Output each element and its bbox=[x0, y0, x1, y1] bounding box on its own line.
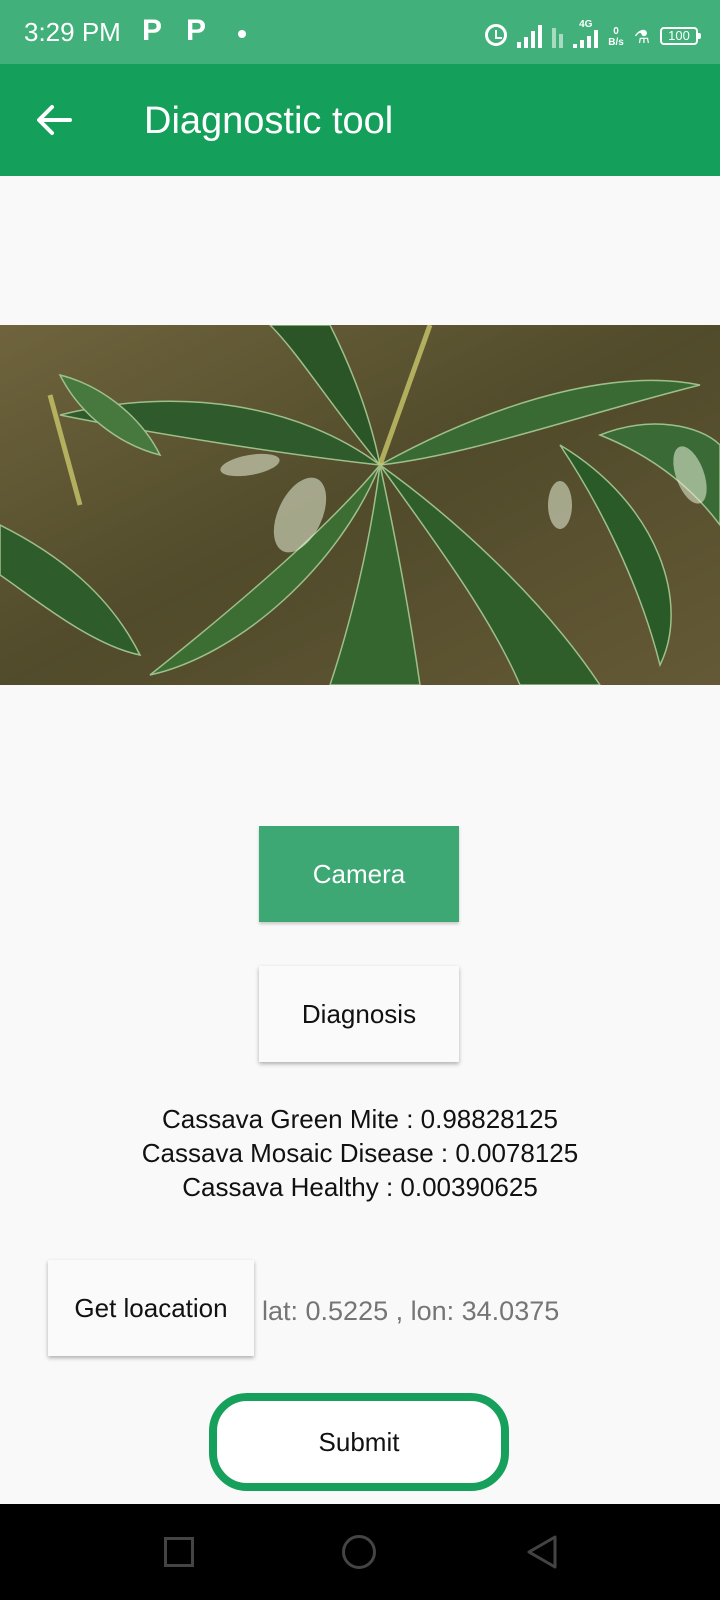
diagnosis-button[interactable]: Diagnosis bbox=[259, 966, 459, 1062]
notification-p-icon: P bbox=[186, 14, 207, 47]
alarm-icon bbox=[485, 24, 508, 46]
notification-p-icon: P bbox=[142, 14, 163, 47]
battery-icon: 100 bbox=[660, 27, 701, 45]
location-coordinates: lat: 0.5225 , lon: 34.0375 bbox=[262, 1296, 560, 1326]
cassava-leaf-image bbox=[0, 325, 720, 685]
data-rate: 0 B/s bbox=[608, 26, 624, 48]
result-line: Cassava Mosaic Disease : 0.0078125 bbox=[141, 1138, 579, 1168]
flask-icon: ⚗ bbox=[633, 27, 650, 47]
submit-button[interactable]: Submit bbox=[209, 1393, 509, 1491]
signal-icon bbox=[517, 22, 543, 48]
diagnosis-results: Cassava Green Mite : 0.98828125 Cassava … bbox=[0, 1102, 720, 1204]
home-icon[interactable] bbox=[342, 1535, 376, 1569]
result-line: Cassava Healthy : 0.00390625 bbox=[182, 1172, 538, 1202]
page-title: Diagnostic tool bbox=[144, 100, 394, 142]
camera-button[interactable]: Camera bbox=[259, 826, 459, 922]
get-location-button[interactable]: Get loacation bbox=[48, 1260, 254, 1356]
back-triangle-icon[interactable] bbox=[525, 1534, 559, 1570]
data-transfer-icon bbox=[552, 22, 564, 48]
status-bar: 3:29 PM P P 4G 0 B/s ⚗ 100 bbox=[0, 0, 720, 64]
status-time: 3:29 PM bbox=[24, 17, 121, 47]
system-navigation-bar bbox=[0, 1504, 720, 1600]
back-arrow-icon[interactable] bbox=[34, 100, 74, 140]
result-line: Cassava Green Mite : 0.98828125 bbox=[161, 1104, 559, 1134]
app-bar: Diagnostic tool bbox=[0, 64, 720, 176]
signal-4g-icon: 4G bbox=[573, 19, 599, 48]
more-notifications-dot-icon bbox=[238, 30, 246, 38]
recent-apps-icon[interactable] bbox=[164, 1537, 194, 1567]
